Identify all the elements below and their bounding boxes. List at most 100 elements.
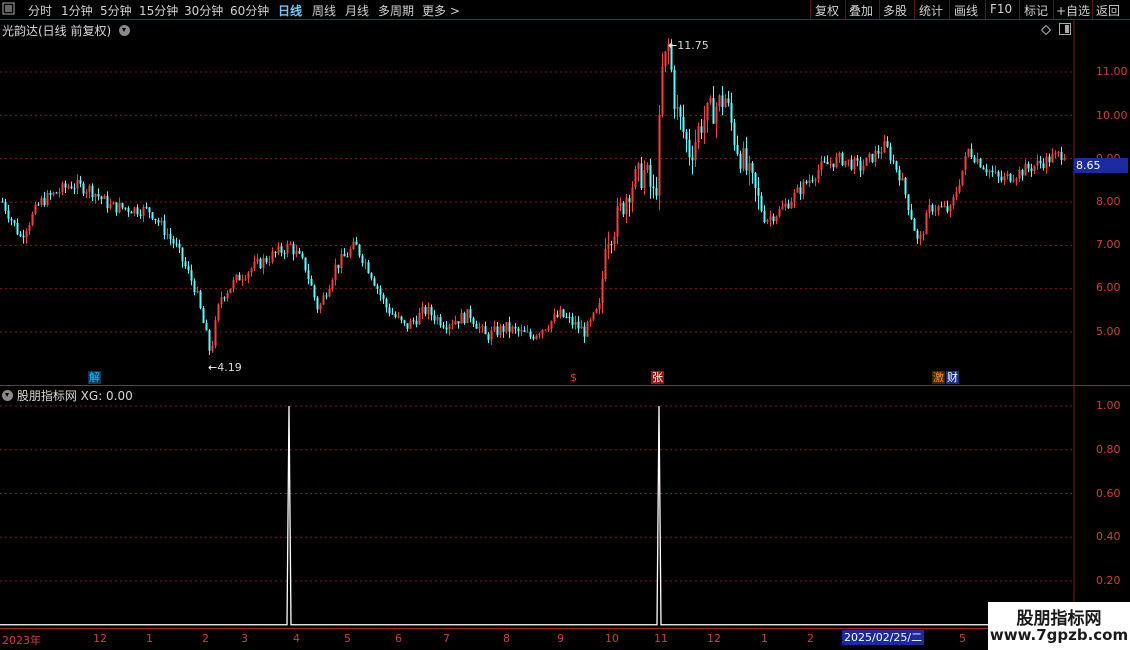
candle-body	[355, 241, 358, 245]
candle-body	[259, 258, 262, 269]
candle-body	[394, 314, 397, 317]
candle-body	[613, 236, 616, 244]
candle-body	[850, 159, 853, 170]
candle-body	[379, 288, 382, 295]
candle-body	[247, 272, 250, 279]
candle-body	[76, 180, 79, 189]
candle-body	[385, 299, 388, 308]
candle-body	[646, 164, 649, 171]
candle-body	[334, 264, 337, 280]
draw-line-button[interactable]: 画线	[954, 2, 978, 19]
candle-body	[1009, 173, 1012, 182]
candle-body	[721, 95, 724, 107]
candle-body	[67, 186, 70, 188]
candle-body	[535, 335, 538, 339]
candle-body	[388, 307, 391, 314]
candle-body	[826, 161, 829, 165]
period-weekly[interactable]: 周线	[312, 2, 336, 19]
candle-body	[4, 201, 7, 211]
period-multi[interactable]: 多周期	[378, 2, 414, 19]
y-tick: 8.00	[1096, 195, 1121, 208]
candle-body	[619, 202, 622, 207]
candle-body	[775, 216, 778, 222]
sub-y-tick: 0.80	[1096, 443, 1121, 456]
candle-body	[937, 206, 940, 211]
candle-body	[703, 120, 706, 133]
period-1min[interactable]: 1分钟	[61, 2, 93, 19]
stats-button[interactable]: 统计	[919, 2, 943, 19]
candle-body	[526, 331, 529, 333]
candle-body	[808, 180, 811, 184]
period-30min[interactable]: 30分钟	[184, 2, 223, 19]
candle-body	[1018, 169, 1021, 179]
candle-body	[751, 162, 754, 173]
candle-body	[694, 142, 697, 161]
signal-cai: 财	[946, 371, 959, 384]
x-tick: 4	[293, 632, 300, 645]
overlay-button[interactable]: 叠加	[849, 2, 873, 19]
multi-stock-button[interactable]: 多股	[883, 2, 907, 19]
candle-body	[367, 262, 370, 274]
candle-body	[412, 320, 415, 322]
candle-body	[169, 234, 172, 239]
candle-body	[58, 192, 61, 194]
candle-body	[112, 202, 115, 205]
candle-body	[7, 210, 10, 219]
period-more[interactable]: 更多 >	[422, 2, 460, 19]
candle-body	[202, 308, 205, 323]
x-tick: 12	[93, 632, 107, 645]
candle-body	[505, 322, 508, 332]
candle-body	[460, 312, 463, 324]
candle-body	[772, 216, 775, 222]
indicator-chart	[0, 386, 1075, 628]
period-fenshi[interactable]: 分时	[28, 2, 52, 19]
period-monthly[interactable]: 月线	[345, 2, 369, 19]
f10-button[interactable]: F10	[990, 2, 1012, 16]
candle-body	[136, 207, 139, 215]
candle-body	[847, 159, 850, 161]
candle-body	[118, 203, 121, 213]
x-tick: 5	[959, 632, 966, 645]
candle-body	[346, 256, 349, 258]
cursor-date-label: 2025/02/25/二	[842, 630, 925, 645]
candle-body	[289, 243, 292, 245]
candle-body	[820, 161, 823, 170]
add-watchlist-button[interactable]: +自选	[1056, 2, 1090, 19]
candle-body	[277, 246, 280, 253]
candle-body	[823, 161, 826, 163]
candle-body	[559, 309, 562, 317]
candle-body	[298, 250, 301, 254]
candle-body	[250, 268, 253, 273]
period-daily[interactable]: 日线	[278, 2, 302, 19]
candle-body	[922, 234, 925, 236]
candle-body	[811, 180, 814, 182]
candle-body	[745, 148, 748, 171]
candle-body	[910, 210, 913, 220]
candle-body	[1015, 178, 1018, 181]
candle-body	[994, 171, 997, 173]
candle-body	[376, 285, 379, 289]
candle-body	[844, 160, 847, 166]
candle-body	[97, 194, 100, 197]
toolbar: 分时 1分钟 5分钟 15分钟 30分钟 60分钟 日线 周线 月线 多周期 更…	[0, 0, 1130, 20]
checkbox-icon[interactable]	[2, 2, 15, 18]
candle-body	[838, 153, 841, 157]
fuquan-button[interactable]: 复权	[815, 2, 839, 19]
candle-body	[829, 163, 832, 165]
period-5min[interactable]: 5分钟	[100, 2, 132, 19]
candle-body	[292, 243, 295, 255]
period-15min[interactable]: 15分钟	[139, 2, 178, 19]
candle-body	[964, 155, 967, 171]
mark-button[interactable]: 标记	[1024, 2, 1048, 19]
candle-body	[13, 220, 16, 223]
sub-y-tick: 1.00	[1096, 399, 1121, 412]
candle-body	[967, 148, 970, 156]
candle-body	[574, 321, 577, 325]
back-button[interactable]: 返回	[1096, 2, 1120, 19]
candle-body	[403, 320, 406, 324]
candle-body	[742, 148, 745, 169]
candle-body	[448, 325, 451, 330]
period-60min[interactable]: 60分钟	[230, 2, 269, 19]
candle-body	[784, 203, 787, 207]
candle-body	[664, 51, 667, 67]
